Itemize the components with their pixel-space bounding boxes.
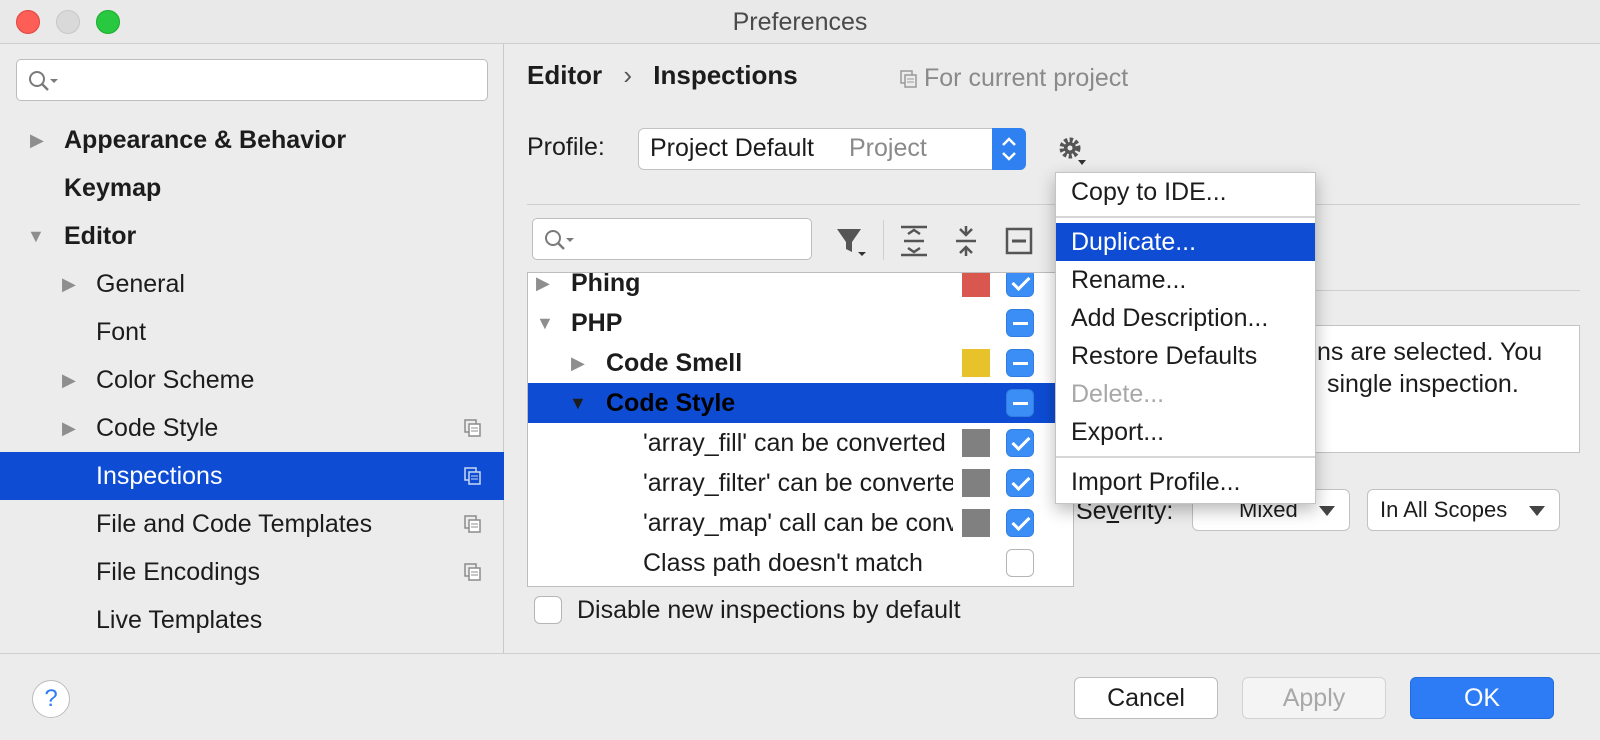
cancel-button[interactable]: Cancel [1074,677,1218,719]
project-settings-icon [900,70,917,88]
collapse-arrow-icon[interactable]: ▼ [569,383,587,423]
profile-name: Project Default [650,134,814,162]
sidebar-item-general[interactable]: ▶ General [0,260,504,308]
description-text: single inspection. [1327,370,1519,398]
dialog-footer: ? Cancel Apply OK [0,653,1600,740]
chevron-down-icon [1529,506,1545,516]
breadcrumb-parent[interactable]: Editor [527,60,602,90]
tree-row-class-path[interactable]: Class path doesn't match [528,543,1073,583]
ok-button[interactable]: OK [1410,677,1554,719]
inspection-checkbox[interactable] [1006,273,1034,297]
severity-swatch [962,273,990,297]
sidebar-item-file-encodings[interactable]: File Encodings [0,548,504,596]
inspection-checkbox[interactable] [1006,429,1034,457]
menu-item-copy-to-ide[interactable]: Copy to IDE... [1056,173,1315,211]
tree-row-phing[interactable]: ▶ Phing [528,273,1073,303]
reset-icon[interactable] [1004,226,1034,256]
menu-item-duplicate[interactable]: Duplicate... [1056,223,1315,261]
menu-item-restore-defaults[interactable]: Restore Defaults [1056,337,1315,375]
sidebar: ▶ Appearance & Behavior Keymap ▼ Editor … [0,44,504,653]
sidebar-item-inspections[interactable]: Inspections [0,452,504,500]
menu-item-import-profile[interactable]: Import Profile... [1056,463,1315,501]
description-text: ns are selected. You [1317,338,1543,366]
expand-arrow-icon[interactable]: ▶ [62,404,76,452]
sidebar-search-input[interactable] [16,59,488,101]
sidebar-item-editor[interactable]: ▼ Editor [0,212,504,260]
divider [527,204,1580,205]
chevron-down-icon [1319,506,1335,516]
window-title: Preferences [732,8,868,36]
toolbar-separator [883,220,884,260]
collapse-all-icon[interactable] [950,224,982,258]
disable-new-label[interactable]: Disable new inspections by default [577,596,961,625]
expand-arrow-icon[interactable]: ▶ [30,116,44,164]
collapse-arrow-icon[interactable]: ▼ [536,303,554,343]
tree-row-array-filter[interactable]: 'array_filter' can be converted [528,463,1073,503]
profile-type: Project [849,134,927,162]
tree-row-array-fill[interactable]: 'array_fill' can be converted [528,423,1073,463]
menu-item-export[interactable]: Export... [1056,413,1315,451]
menu-item-add-description[interactable]: Add Description... [1056,299,1315,337]
sidebar-item-font[interactable]: Font [0,308,504,356]
search-icon [29,71,58,91]
sidebar-item-keymap[interactable]: Keymap [0,164,504,212]
inspection-checkbox[interactable] [1006,349,1034,377]
gear-icon[interactable] [1056,134,1092,168]
scope-hint-text: For current project [924,64,1129,92]
expand-arrow-icon[interactable]: ▶ [571,343,585,383]
profile-actions-menu: Copy to IDE... Duplicate... Rename... Ad… [1055,172,1316,504]
severity-swatch [962,509,990,537]
inspection-checkbox[interactable] [1006,469,1034,497]
inspection-checkbox[interactable] [1006,509,1034,537]
expand-arrow-icon[interactable]: ▶ [62,260,76,308]
menu-item-rename[interactable]: Rename... [1056,261,1315,299]
menu-separator [1056,216,1315,218]
inspections-tree[interactable]: ▶ Phing ▼ PHP ▶ Code Smell ▼ Code Style … [527,272,1074,587]
breadcrumb-current: Inspections [653,60,798,90]
severity-swatch [962,469,990,497]
stepper-arrows-icon [992,128,1026,170]
project-settings-icon [464,515,481,533]
inspections-search-input[interactable] [532,218,812,260]
breadcrumb: Editor › Inspections [527,60,798,91]
inspection-checkbox[interactable] [1006,549,1034,577]
profile-label: Profile: [527,133,605,161]
scope-hint: For current project [900,64,1128,93]
inspection-checkbox[interactable] [1006,389,1034,417]
severity-swatch [962,349,990,377]
sidebar-item-color-scheme[interactable]: ▶ Color Scheme [0,356,504,404]
disable-new-checkbox[interactable] [534,596,562,624]
tree-row-php[interactable]: ▼ PHP [528,303,1073,343]
tree-row-code-style[interactable]: ▼ Code Style [528,383,1073,423]
expand-arrow-icon[interactable]: ▶ [62,356,76,404]
profile-select[interactable]: Project Default Project [638,128,1026,170]
sidebar-item-file-code-templates[interactable]: File and Code Templates [0,500,504,548]
project-settings-icon [464,563,481,581]
collapse-arrow-icon[interactable]: ▼ [27,212,45,260]
tree-row-array-map[interactable]: 'array_map' call can be converted [528,503,1073,543]
sidebar-item-live-templates[interactable]: Live Templates [0,596,504,644]
tree-row-code-smell[interactable]: ▶ Code Smell [528,343,1073,383]
severity-swatch [962,429,990,457]
apply-button[interactable]: Apply [1242,677,1386,719]
expand-all-icon[interactable] [898,224,930,258]
project-settings-icon [464,467,481,485]
search-icon [545,230,574,250]
breadcrumb-separator: › [623,60,633,90]
title-bar: Preferences [0,0,1600,44]
expand-arrow-icon[interactable]: ▶ [536,273,550,303]
inspection-checkbox[interactable] [1006,309,1034,337]
sidebar-item-appearance[interactable]: ▶ Appearance & Behavior [0,116,504,164]
sidebar-item-code-style[interactable]: ▶ Code Style [0,404,504,452]
help-button[interactable]: ? [32,680,70,718]
scope-select[interactable]: In All Scopes [1367,489,1560,531]
filter-icon[interactable] [834,225,870,261]
menu-separator [1056,456,1315,458]
menu-item-delete: Delete... [1071,380,1165,408]
project-settings-icon [464,419,481,437]
